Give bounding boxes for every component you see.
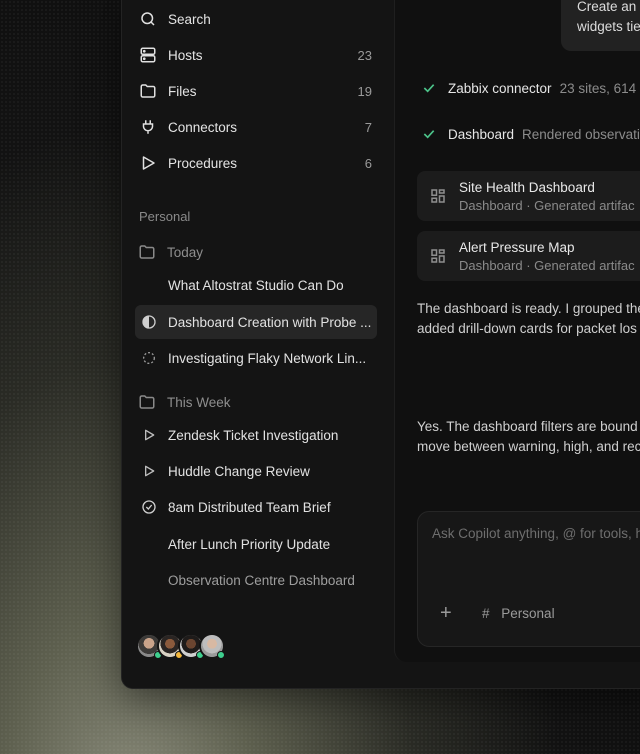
nav-label: Connectors (168, 119, 238, 135)
step-name: Zabbix connector (448, 80, 552, 96)
avatar[interactable] (199, 633, 225, 659)
artifact-title: Alert Pressure Map (459, 239, 575, 255)
reply-line: added drill-down cards for packet los (417, 321, 637, 336)
composer-placeholder[interactable]: Ask Copilot anything, @ for tools, h (432, 526, 640, 541)
artifact-card[interactable]: Site Health Dashboard Dashboard · Genera… (417, 171, 640, 221)
user-message-line: Create an c (577, 0, 640, 14)
check-circle-icon (140, 498, 158, 516)
chat-title: Observation Centre Dashboard (168, 572, 355, 588)
chat-title: Huddle Change Review (168, 463, 310, 479)
step-desc: Rendered observatio (522, 126, 640, 142)
reply-line: The dashboard is ready. I grouped the (417, 301, 640, 316)
message-composer[interactable]: Ask Copilot anything, @ for tools, h + #… (417, 511, 640, 647)
dashed-circle-icon (140, 349, 158, 367)
folder-label: This Week (167, 394, 231, 410)
plug-icon (138, 117, 158, 137)
nav-hosts[interactable]: Hosts 23 (138, 41, 378, 69)
nav-label: Search (168, 11, 211, 27)
dashboard-icon (431, 189, 445, 203)
chat-item[interactable]: 8am Distributed Team Brief (135, 490, 377, 524)
chat-title: What Altostrat Studio Can Do (168, 277, 344, 293)
assistant-reply: Yes. The dashboard filters are bound mov… (417, 417, 640, 457)
nav-label: Procedures (168, 155, 238, 171)
reply-line: move between warning, high, and rec (417, 439, 640, 454)
context-label: Personal (501, 606, 555, 621)
folder-icon (138, 393, 158, 411)
nav-count: 7 (364, 119, 372, 135)
sidebar: Search Hosts 23 Files 19 Connectors 7 Pr… (122, 0, 394, 688)
folder-icon (138, 81, 158, 101)
chat-title: After Lunch Priority Update (168, 536, 331, 552)
app-window: Search Hosts 23 Files 19 Connectors 7 Pr… (121, 0, 640, 689)
play-icon (138, 153, 158, 173)
folder-icon (138, 243, 158, 261)
chat-item-active[interactable]: Dashboard Creation with Probe ... (135, 305, 377, 339)
artifact-subtitle: Dashboard · Generated artifac (459, 257, 635, 273)
section-personal: Personal (139, 209, 191, 224)
chat-item[interactable]: After Lunch Priority Update (135, 527, 377, 561)
chat-item-spacer (140, 571, 158, 589)
nav-connectors[interactable]: Connectors 7 (138, 113, 378, 141)
folder-label: Today (167, 244, 204, 260)
server-icon (138, 45, 158, 65)
tool-step[interactable]: Dashboard Rendered observatio (421, 123, 640, 145)
half-circle-icon (140, 313, 158, 331)
context-selector[interactable]: # Personal (482, 606, 555, 621)
chat-item[interactable]: Huddle Change Review (135, 454, 377, 488)
chat-item[interactable]: What Altostrat Studio Can Do (135, 268, 377, 302)
nav-label: Hosts (168, 47, 203, 63)
chat-item[interactable]: Zendesk Ticket Investigation (135, 418, 377, 452)
reply-line: Yes. The dashboard filters are bound (417, 419, 638, 434)
tool-step[interactable]: Zabbix connector 23 sites, 614 (421, 77, 636, 99)
assistant-reply: The dashboard is ready. I grouped the ad… (417, 299, 640, 339)
chat-title: Zendesk Ticket Investigation (168, 427, 339, 443)
dashboard-icon (431, 249, 445, 263)
check-icon (423, 130, 435, 139)
nav-count: 19 (357, 83, 372, 99)
chat-item[interactable]: Observation Centre Dashboard (135, 563, 377, 597)
artifact-subtitle: Dashboard · Generated artifac (459, 197, 635, 213)
status-dot (217, 651, 225, 659)
nav-procedures[interactable]: Procedures 6 (138, 149, 378, 177)
chat-item[interactable]: Investigating Flaky Network Lin... (135, 341, 377, 375)
search-icon (138, 9, 158, 29)
nav-label: Files (168, 83, 197, 99)
add-attachment-button[interactable]: + (440, 602, 452, 625)
artifact-title: Site Health Dashboard (459, 179, 595, 195)
artifact-card[interactable]: Alert Pressure Map Dashboard · Generated… (417, 231, 640, 281)
play-outline-icon (140, 426, 158, 444)
folder-today[interactable]: Today (138, 240, 203, 264)
step-name: Dashboard (448, 126, 515, 142)
nav-search[interactable]: Search (138, 5, 378, 33)
chat-panel: Create an c widgets tie Zabbix connector… (394, 0, 640, 662)
user-message-line: widgets tie (577, 19, 640, 34)
chat-title: Investigating Flaky Network Lin... (168, 350, 367, 366)
team-avatars[interactable] (136, 633, 225, 659)
chat-item-spacer (140, 535, 158, 553)
chat-title: Dashboard Creation with Probe ... (168, 314, 372, 330)
chat-item-spacer (140, 276, 158, 294)
nav-count: 6 (364, 155, 372, 171)
user-message-bubble: Create an c widgets tie (561, 0, 640, 51)
step-desc: 23 sites, 614 (559, 80, 637, 96)
hash-icon: # (482, 606, 490, 621)
chat-title: 8am Distributed Team Brief (168, 499, 331, 515)
folder-this-week[interactable]: This Week (138, 390, 231, 414)
check-icon (423, 84, 435, 93)
play-outline-icon (140, 462, 158, 480)
nav-count: 23 (357, 47, 372, 63)
nav-files[interactable]: Files 19 (138, 77, 378, 105)
